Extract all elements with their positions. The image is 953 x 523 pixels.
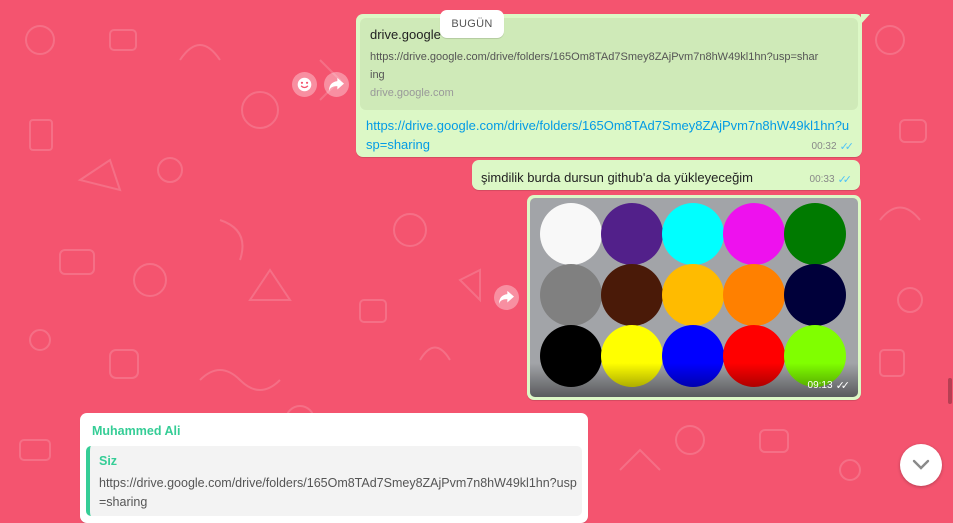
color-circle — [723, 264, 785, 326]
color-circle — [784, 203, 846, 265]
emoji-reaction-button[interactable] — [292, 72, 317, 97]
outgoing-message-image[interactable]: 09:13 ✓✓ — [527, 195, 861, 400]
message-time: 00:32 — [811, 141, 837, 152]
date-chip: BUGÜN — [440, 10, 504, 38]
link-preview-domain: drive.google.com — [370, 87, 454, 99]
message-meta: 00:33 ✓✓ — [809, 173, 853, 186]
forward-icon — [499, 290, 514, 305]
shared-image[interactable]: 09:13 ✓✓ — [530, 198, 858, 397]
chevron-down-icon — [912, 459, 930, 470]
color-circle — [723, 203, 785, 265]
message-time: 00:33 — [809, 174, 835, 185]
message-time: 09:13 — [807, 380, 833, 391]
message-meta: 00:32 ✓✓ — [811, 140, 855, 153]
outgoing-message-text[interactable]: şimdilik burda dursun github'a da yükley… — [472, 160, 860, 190]
color-circle — [540, 203, 602, 265]
link-preview-description: https://drive.google.com/drive/folders/1… — [370, 51, 819, 81]
double-check-icon: ✓✓ — [839, 141, 855, 153]
forward-button[interactable] — [494, 285, 519, 310]
color-circle — [601, 203, 663, 265]
double-check-icon: ✓✓ — [837, 174, 853, 186]
color-circle — [662, 264, 724, 326]
color-circle — [540, 264, 602, 326]
quote-author: Siz — [99, 454, 118, 468]
sender-name[interactable]: Muhammed Ali — [92, 424, 180, 438]
link-preview-card[interactable]: drive.google https://drive.google.com/dr… — [360, 18, 858, 110]
color-circle — [601, 264, 663, 326]
outgoing-message-link[interactable]: drive.google https://drive.google.com/dr… — [356, 14, 862, 157]
color-circle — [784, 264, 846, 326]
quote-text: https://drive.google.com/drive/folders/1… — [99, 476, 577, 509]
message-text: şimdilik burda dursun github'a da yükley… — [481, 170, 754, 185]
bubble-tail — [861, 14, 870, 24]
message-link[interactable]: https://drive.google.com/drive/folders/1… — [366, 116, 854, 154]
scrollbar[interactable] — [947, 0, 953, 503]
color-circle — [662, 203, 724, 265]
quoted-message[interactable]: Siz https://drive.google.com/drive/folde… — [86, 446, 582, 516]
link-preview-title: drive.google — [370, 27, 441, 42]
smiley-icon — [297, 77, 312, 92]
scrollbar-thumb[interactable] — [948, 378, 952, 404]
forward-button[interactable] — [324, 72, 349, 97]
double-check-icon: ✓✓ — [835, 380, 851, 392]
message-meta: 09:13 ✓✓ — [807, 379, 851, 392]
forward-icon — [329, 77, 344, 92]
scroll-down-button[interactable] — [900, 444, 942, 486]
